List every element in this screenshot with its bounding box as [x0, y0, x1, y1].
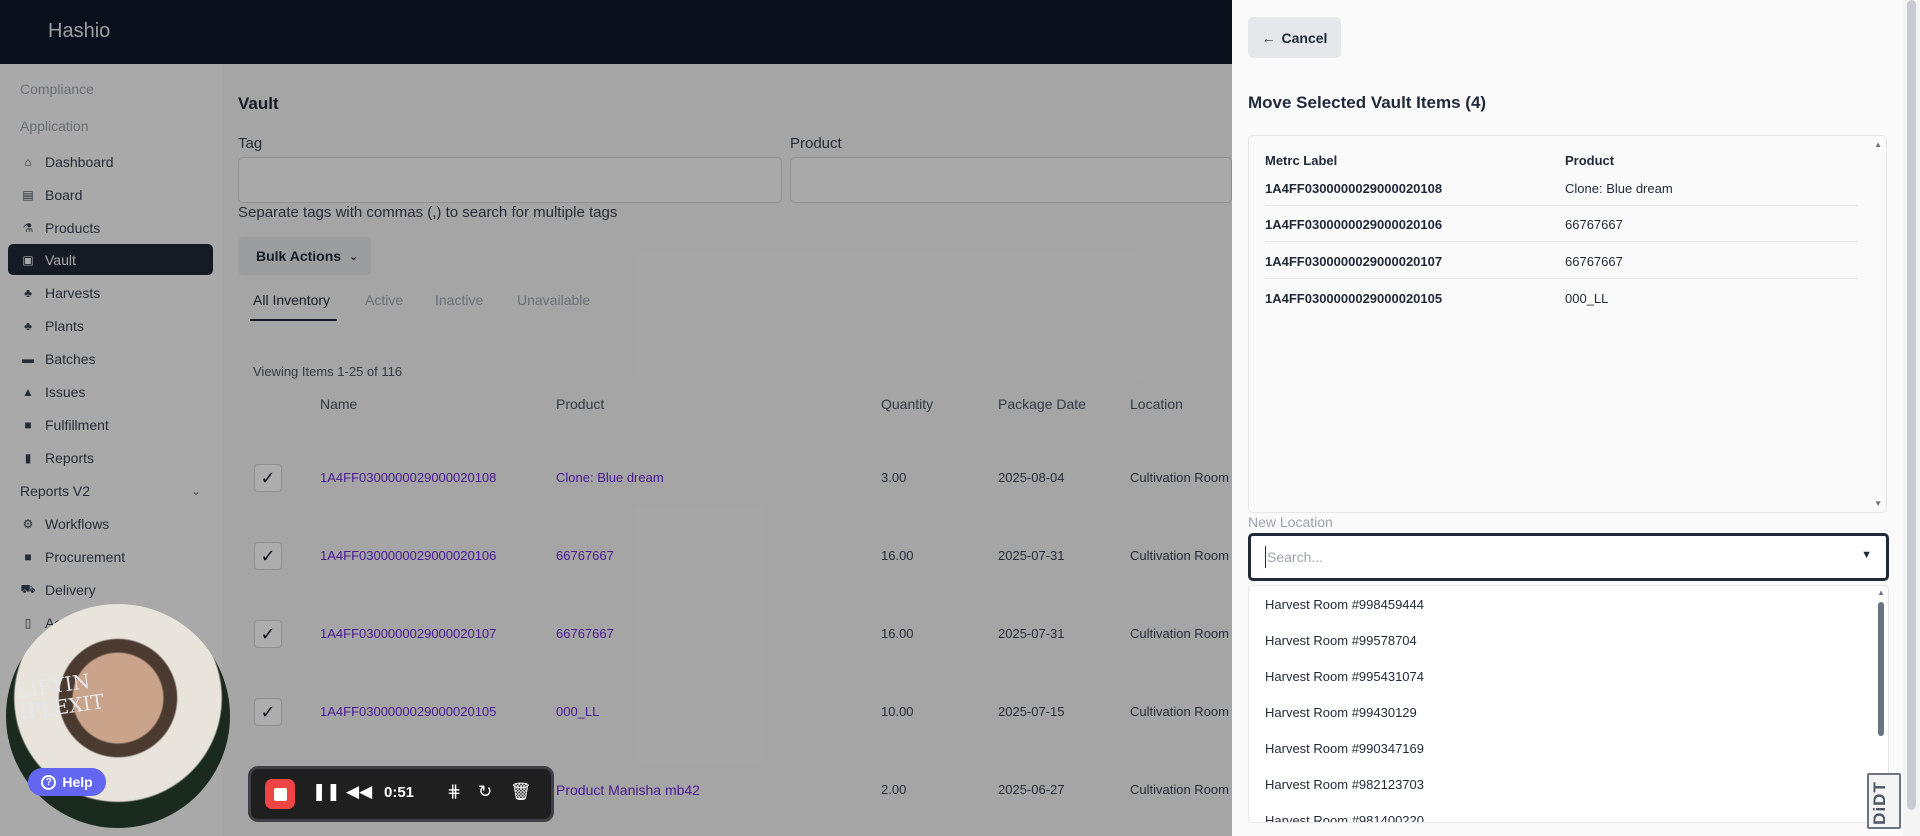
pause-button[interactable]: ❚❚	[312, 782, 341, 802]
dropdown-option[interactable]: Harvest Room #995431074	[1249, 658, 1869, 694]
panel-title: Move Selected Vault Items (4)	[1248, 93, 1487, 112]
scroll-up-icon[interactable]: ▲	[1877, 588, 1885, 597]
rewind-button[interactable]: ◀◀	[346, 782, 372, 802]
scroll-up-icon[interactable]: ▲	[1874, 140, 1882, 149]
dropdown-option[interactable]: Harvest Room #982123703	[1249, 766, 1869, 802]
pause-icon: ❚❚	[312, 782, 341, 801]
new-location-select[interactable]: ▼	[1248, 533, 1889, 581]
didt-watermark: DiDT	[1867, 773, 1901, 829]
stop-recording-button[interactable]	[265, 779, 295, 809]
webcam-shirt-text: LIFYIN IPLEXIT	[15, 668, 106, 725]
column-header-metrc-label: Metrc Label	[1265, 153, 1338, 168]
dropdown-scrollbar[interactable]	[1878, 602, 1884, 736]
move-items-panel: ← Cancel Move Selected Vault Items (4) ▲…	[1232, 0, 1903, 836]
grid-button[interactable]: ⋕	[447, 782, 461, 802]
dropdown-option[interactable]: Harvest Room #981400220	[1249, 802, 1869, 823]
item-product: 66767667	[1565, 254, 1623, 269]
item-metrc-label: 1A4FF0300000029000020105	[1265, 291, 1443, 306]
list-item: 1A4FF0300000029000020105 000_LL	[1265, 280, 1858, 316]
location-search-input[interactable]	[1265, 546, 1825, 568]
recording-toolbar: ❚❚ ◀◀ 0:51 ⋕ ↻ 🗑	[248, 766, 554, 822]
page-scrollbar[interactable]	[1903, 0, 1920, 836]
selected-items-list[interactable]: ▲ Metrc Label Product 1A4FF0300000029000…	[1248, 135, 1887, 513]
recording-time: 0:51	[384, 784, 415, 801]
grid-icon: ⋕	[447, 782, 462, 801]
dropdown-option[interactable]: Harvest Room #998459444	[1249, 586, 1869, 622]
arrow-left-icon: ←	[1261, 29, 1276, 46]
cancel-button[interactable]: ← Cancel	[1248, 17, 1341, 58]
item-product: 000_LL	[1565, 291, 1609, 306]
list-item: 1A4FF0300000029000020108 Clone: Blue dre…	[1265, 170, 1858, 206]
item-metrc-label: 1A4FF0300000029000020107	[1265, 254, 1443, 269]
item-product: 66767667	[1565, 217, 1623, 232]
new-location-label: New Location	[1248, 514, 1333, 530]
cancel-label: Cancel	[1281, 29, 1328, 46]
help-button[interactable]: ? Help	[28, 768, 106, 796]
item-metrc-label: 1A4FF0300000029000020106	[1265, 217, 1443, 232]
stop-icon	[273, 787, 287, 801]
scroll-down-icon[interactable]: ▼	[1874, 499, 1882, 508]
rewind-icon: ◀◀	[346, 782, 373, 801]
scrollbar-thumb[interactable]	[1907, 0, 1916, 810]
item-metrc-label: 1A4FF0300000029000020108	[1265, 181, 1443, 196]
list-item: 1A4FF0300000029000020107 66767667	[1265, 243, 1858, 279]
column-header-product: Product	[1565, 153, 1615, 168]
dropdown-option[interactable]: Harvest Room #99430129	[1249, 694, 1869, 730]
list-item: 1A4FF0300000029000020106 66767667	[1265, 206, 1858, 242]
restart-icon: ↻	[478, 782, 493, 801]
item-product: Clone: Blue dream	[1565, 181, 1673, 196]
help-label: Help	[62, 774, 93, 790]
delete-button[interactable]: 🗑	[510, 782, 532, 802]
dropdown-option[interactable]: Harvest Room #99578704	[1249, 622, 1869, 658]
location-dropdown: ▲ Harvest Room #998459444 Harvest Room #…	[1248, 585, 1889, 823]
caret-down-icon[interactable]: ▼	[1861, 549, 1872, 561]
restart-button[interactable]: ↻	[478, 782, 492, 802]
trash-icon: 🗑	[510, 782, 532, 801]
dropdown-option[interactable]: Harvest Room #990347169	[1249, 730, 1869, 766]
question-icon: ?	[41, 774, 57, 790]
